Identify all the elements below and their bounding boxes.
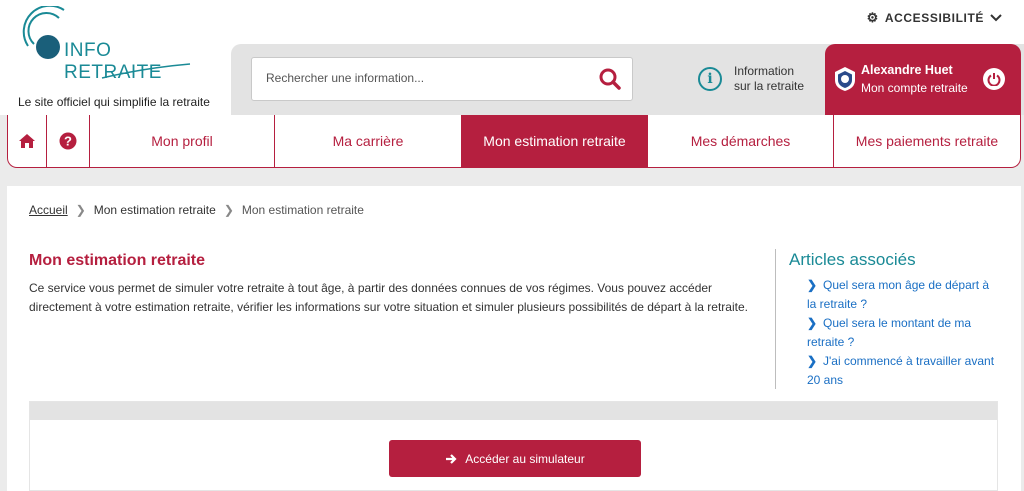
account-panel[interactable]: Alexandre Huet Mon compte retraite	[825, 44, 1021, 115]
breadcrumb-home[interactable]: Accueil	[29, 203, 68, 217]
arrow-right-icon	[446, 453, 457, 464]
articles-title: Articles associés	[789, 250, 916, 269]
search-box	[251, 57, 633, 101]
accessibility-button[interactable]: ⚙ ACCESSIBILITÉ	[867, 10, 1002, 26]
accessibility-label: ACCESSIBILITÉ	[884, 11, 984, 25]
main-content: Accueil ❯ Mon estimation retraite ❯ Mon …	[7, 186, 1021, 491]
simulator-button-label: Accéder au simulateur	[465, 451, 585, 466]
info-label: Information sur la retraite	[734, 64, 804, 94]
nav-home[interactable]	[8, 115, 47, 167]
nav-mes-demarches[interactable]: Mes démarches	[648, 115, 834, 167]
article-label: Quel sera mon âge de départ à la retrait…	[807, 278, 990, 311]
simulator-panel-header	[30, 402, 997, 420]
logo-text: INFO RETRAITE	[64, 40, 162, 83]
article-link[interactable]: ❯ Quel sera le montant de ma retraite ?	[807, 314, 997, 352]
info-icon: i	[698, 67, 722, 91]
article-link[interactable]: ❯ Quel sera mon âge de départ à la retrai…	[807, 276, 997, 314]
info-retraite-logo[interactable]: INFO RETRAITE Le site officiel qui simpl…	[14, 6, 214, 111]
power-icon	[987, 73, 1001, 86]
user-name: Alexandre Huet	[861, 63, 953, 77]
chevron-right-icon: ❯	[807, 278, 818, 292]
svg-text:?: ?	[64, 134, 72, 149]
chevron-right-icon: ❯	[223, 203, 234, 217]
accessibility-icon: ⚙	[866, 10, 879, 25]
nav-mon-profil[interactable]: Mon profil	[90, 115, 275, 167]
nav-mon-estimation-retraite[interactable]: Mon estimation retraite	[462, 115, 648, 167]
chevron-right-icon: ❯	[75, 203, 86, 217]
page-title: Mon estimation retraite	[29, 252, 206, 269]
breadcrumb: Accueil ❯ Mon estimation retraite ❯ Mon …	[29, 203, 364, 217]
nav-ma-carriere[interactable]: Ma carrière	[275, 115, 462, 167]
breadcrumb-current: Mon estimation retraite	[241, 203, 364, 217]
main-nav: ? Mon profil Ma carrière Mon estimation …	[7, 115, 1021, 168]
sidebar-divider	[775, 249, 776, 389]
simulator-button[interactable]: Accéder au simulateur	[389, 440, 641, 477]
article-label: Quel sera le montant de ma retraite ?	[807, 316, 972, 349]
article-label: J'ai commencé à travailler avant 20 ans	[807, 354, 995, 387]
info-line1: Information	[734, 64, 795, 78]
articles-list: ❯ Quel sera mon âge de départ à la retrai…	[807, 276, 997, 390]
breadcrumb-level1[interactable]: Mon estimation retraite	[94, 203, 216, 217]
page-description: Ce service vous permet de simuler votre …	[29, 281, 748, 314]
nav-mes-paiements-retraite[interactable]: Mes paiements retraite	[834, 115, 1020, 167]
info-line2: sur la retraite	[734, 79, 805, 93]
tagline: Le site officiel qui simplifie la retrai…	[18, 95, 210, 109]
chevron-down-icon	[990, 11, 1002, 25]
help-icon: ?	[59, 132, 77, 150]
logout-button[interactable]	[983, 68, 1005, 90]
search-icon[interactable]	[598, 67, 622, 96]
chevron-right-icon: ❯	[807, 316, 818, 330]
account-label: Mon compte retraite	[861, 81, 968, 95]
simulator-panel: Accéder au simulateur	[29, 401, 998, 491]
home-icon	[19, 134, 35, 148]
info-retraite-link[interactable]: i Information sur la retraite	[698, 64, 804, 94]
search-input[interactable]	[266, 58, 596, 98]
chevron-right-icon: ❯	[807, 354, 818, 368]
article-link[interactable]: ❯ J'ai commencé à travailler avant 20 ans	[807, 352, 997, 390]
shield-icon	[834, 66, 856, 97]
nav-help[interactable]: ?	[47, 115, 90, 167]
